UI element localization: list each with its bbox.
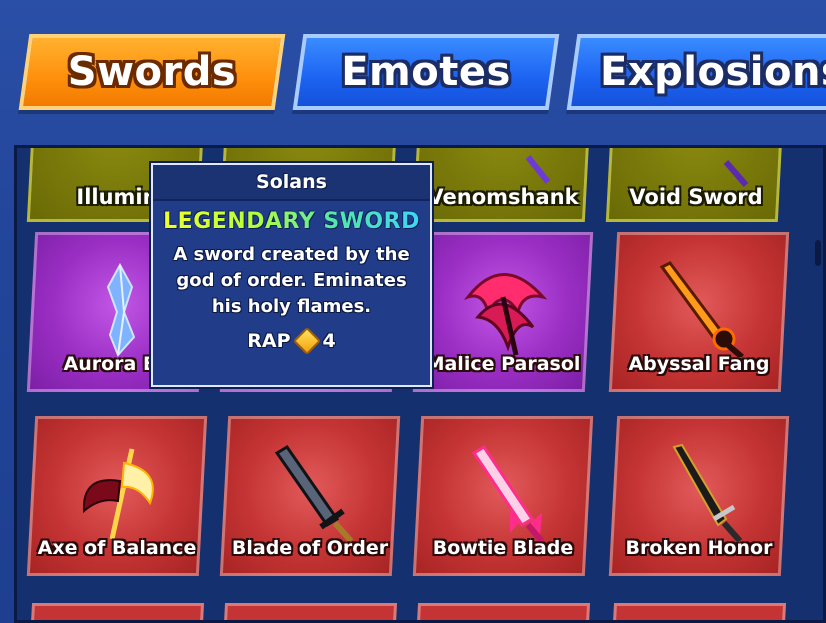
tooltip-rarity: LEGENDARY SWORD bbox=[153, 209, 430, 234]
sword-card-axe-of-balance[interactable]: Axe of Balance bbox=[26, 416, 208, 576]
sword-card-name: Blade of Order bbox=[231, 537, 389, 559]
rap-label: RAP bbox=[247, 330, 291, 352]
sword-card-peek[interactable] bbox=[415, 603, 591, 620]
sword-card-name: Venomshank bbox=[427, 185, 579, 209]
sword-card-void-sword[interactable]: Void Sword bbox=[605, 148, 787, 222]
gem-icon bbox=[292, 326, 321, 356]
sword-card-name: Abyssal Fang bbox=[628, 353, 770, 375]
sword-card-malice-parasol[interactable]: Malice Parasol bbox=[412, 232, 594, 392]
panel-scrollbar[interactable] bbox=[815, 240, 821, 266]
tab-explosions-label: Explosions bbox=[600, 49, 826, 95]
parasol-icon bbox=[463, 273, 548, 356]
tab-swords-label: Swords bbox=[67, 49, 237, 95]
axe-icon bbox=[82, 448, 154, 540]
sword-card-abyssal-fang[interactable]: Abyssal Fang bbox=[608, 232, 790, 392]
sword-card-broken-honor[interactable]: Broken Honor bbox=[608, 416, 790, 576]
sword-card-peek[interactable] bbox=[611, 603, 787, 620]
sword-card-name: Axe of Balance bbox=[37, 537, 197, 559]
tooltip-rap: RAP 4 bbox=[153, 326, 430, 356]
tab-explosions[interactable]: Explosions bbox=[566, 34, 826, 110]
sword-card-name: Bowtie Blade bbox=[432, 537, 574, 559]
tab-emotes[interactable]: Emotes bbox=[292, 34, 560, 110]
sword-icon bbox=[274, 444, 354, 541]
sword-icon bbox=[471, 444, 545, 541]
sword-icon bbox=[723, 160, 749, 187]
sword-card-blade-of-order[interactable]: Blade of Order bbox=[219, 416, 401, 576]
sword-card-name: Broken Honor bbox=[625, 537, 773, 559]
sword-card-name: Void Sword bbox=[629, 185, 763, 209]
item-tooltip: Solans LEGENDARY SWORD A sword created b… bbox=[151, 163, 432, 387]
rap-value: 4 bbox=[322, 330, 336, 352]
sword-card-peek[interactable] bbox=[222, 603, 398, 620]
tab-emotes-label: Emotes bbox=[341, 49, 511, 95]
sword-card-venomshank[interactable]: Venomshank bbox=[412, 148, 594, 222]
sword-icon bbox=[525, 155, 551, 184]
sword-card-name: Malice Parasol bbox=[425, 353, 581, 375]
sword-card-peek[interactable] bbox=[29, 603, 205, 620]
sword-icon bbox=[659, 261, 744, 357]
tooltip-item-name: Solans bbox=[153, 165, 430, 201]
tab-swords[interactable]: Swords bbox=[18, 34, 286, 110]
sword-icon bbox=[672, 443, 743, 541]
sword-card-bowtie-blade[interactable]: Bowtie Blade bbox=[412, 416, 594, 576]
tooltip-description: A sword created by the god of order. Emi… bbox=[173, 244, 410, 317]
